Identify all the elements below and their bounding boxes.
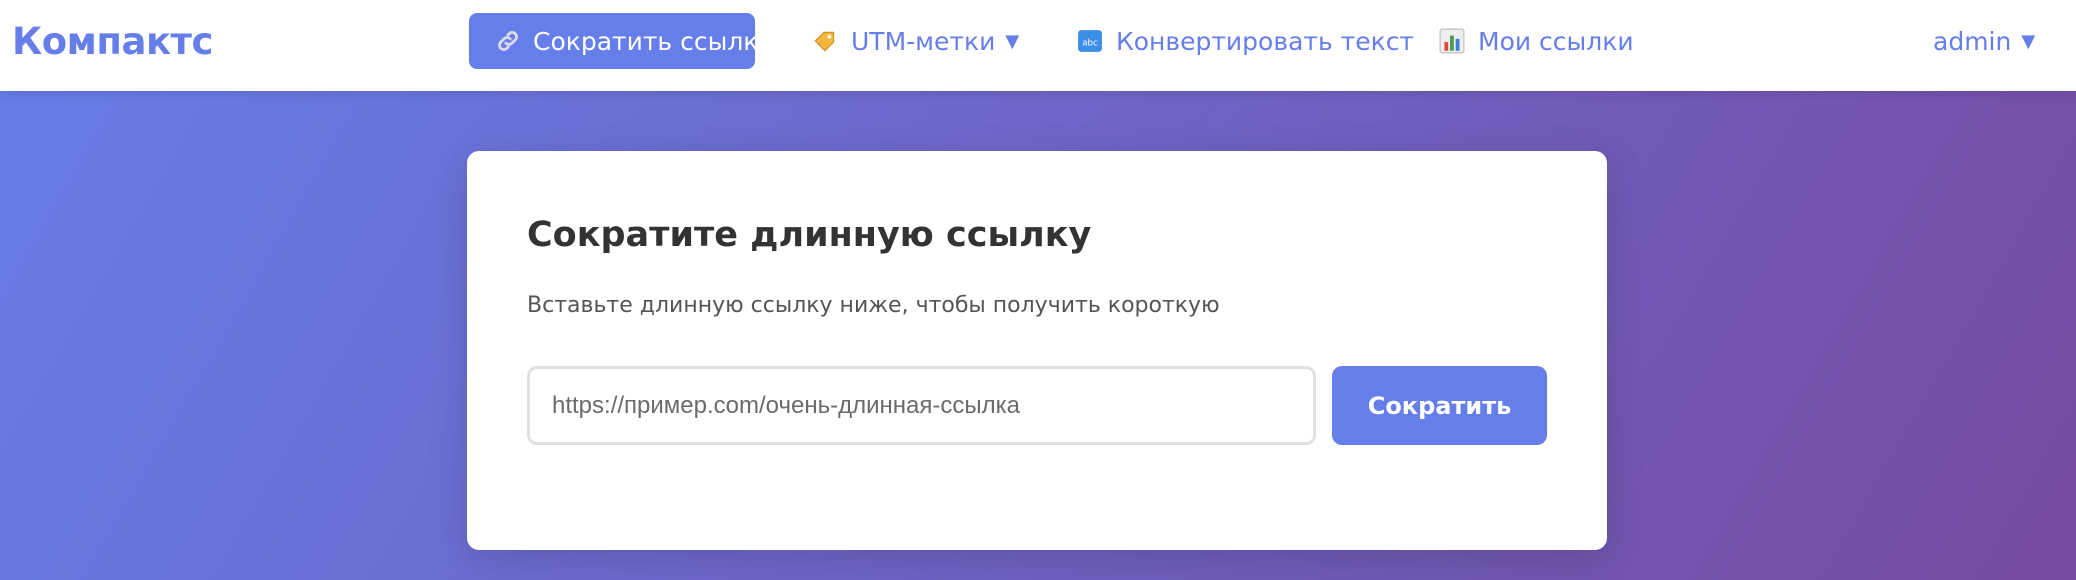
nav-utm-label: UTM-метки — [851, 26, 996, 56]
user-menu[interactable]: admin ▼ — [1923, 13, 2045, 69]
nav-shorten-link[interactable]: Сократить ссылку — [469, 13, 773, 69]
svg-text:abc: abc — [1082, 38, 1098, 48]
chevron-down-icon: ▼ — [1005, 30, 1020, 52]
brand-logo[interactable]: Компактс — [12, 20, 213, 63]
nav-utm-dropdown[interactable]: UTM-метки ▼ — [785, 13, 1045, 69]
url-input[interactable] — [527, 366, 1316, 445]
nav-convert-label: Конвертировать текст — [1116, 26, 1414, 56]
nav-my-links[interactable]: Мои ссылки — [1412, 13, 1660, 69]
top-navbar: Компактс Сократить ссылку UTM-метки ▼ ab… — [0, 0, 2076, 91]
bar-chart-icon — [1438, 27, 1466, 55]
nav-shorten-label: Сократить ссылку — [533, 26, 774, 56]
shorten-submit-button[interactable]: Сократить — [1332, 366, 1547, 445]
abc-icon: abc — [1076, 27, 1104, 55]
nav-convert-text[interactable]: abc Конвертировать текст — [1050, 13, 1440, 69]
shorten-card: Сократите длинную ссылку Вставьте длинну… — [467, 151, 1607, 550]
user-label: admin — [1933, 26, 2012, 56]
link-icon — [495, 27, 521, 55]
card-subtitle: Вставьте длинную ссылку ниже, чтобы полу… — [527, 293, 1220, 318]
nav-links-label: Мои ссылки — [1478, 26, 1634, 56]
tag-icon — [811, 27, 839, 55]
chevron-down-icon: ▼ — [2021, 30, 2036, 52]
card-title: Сократите длинную ссылку — [527, 215, 1092, 255]
